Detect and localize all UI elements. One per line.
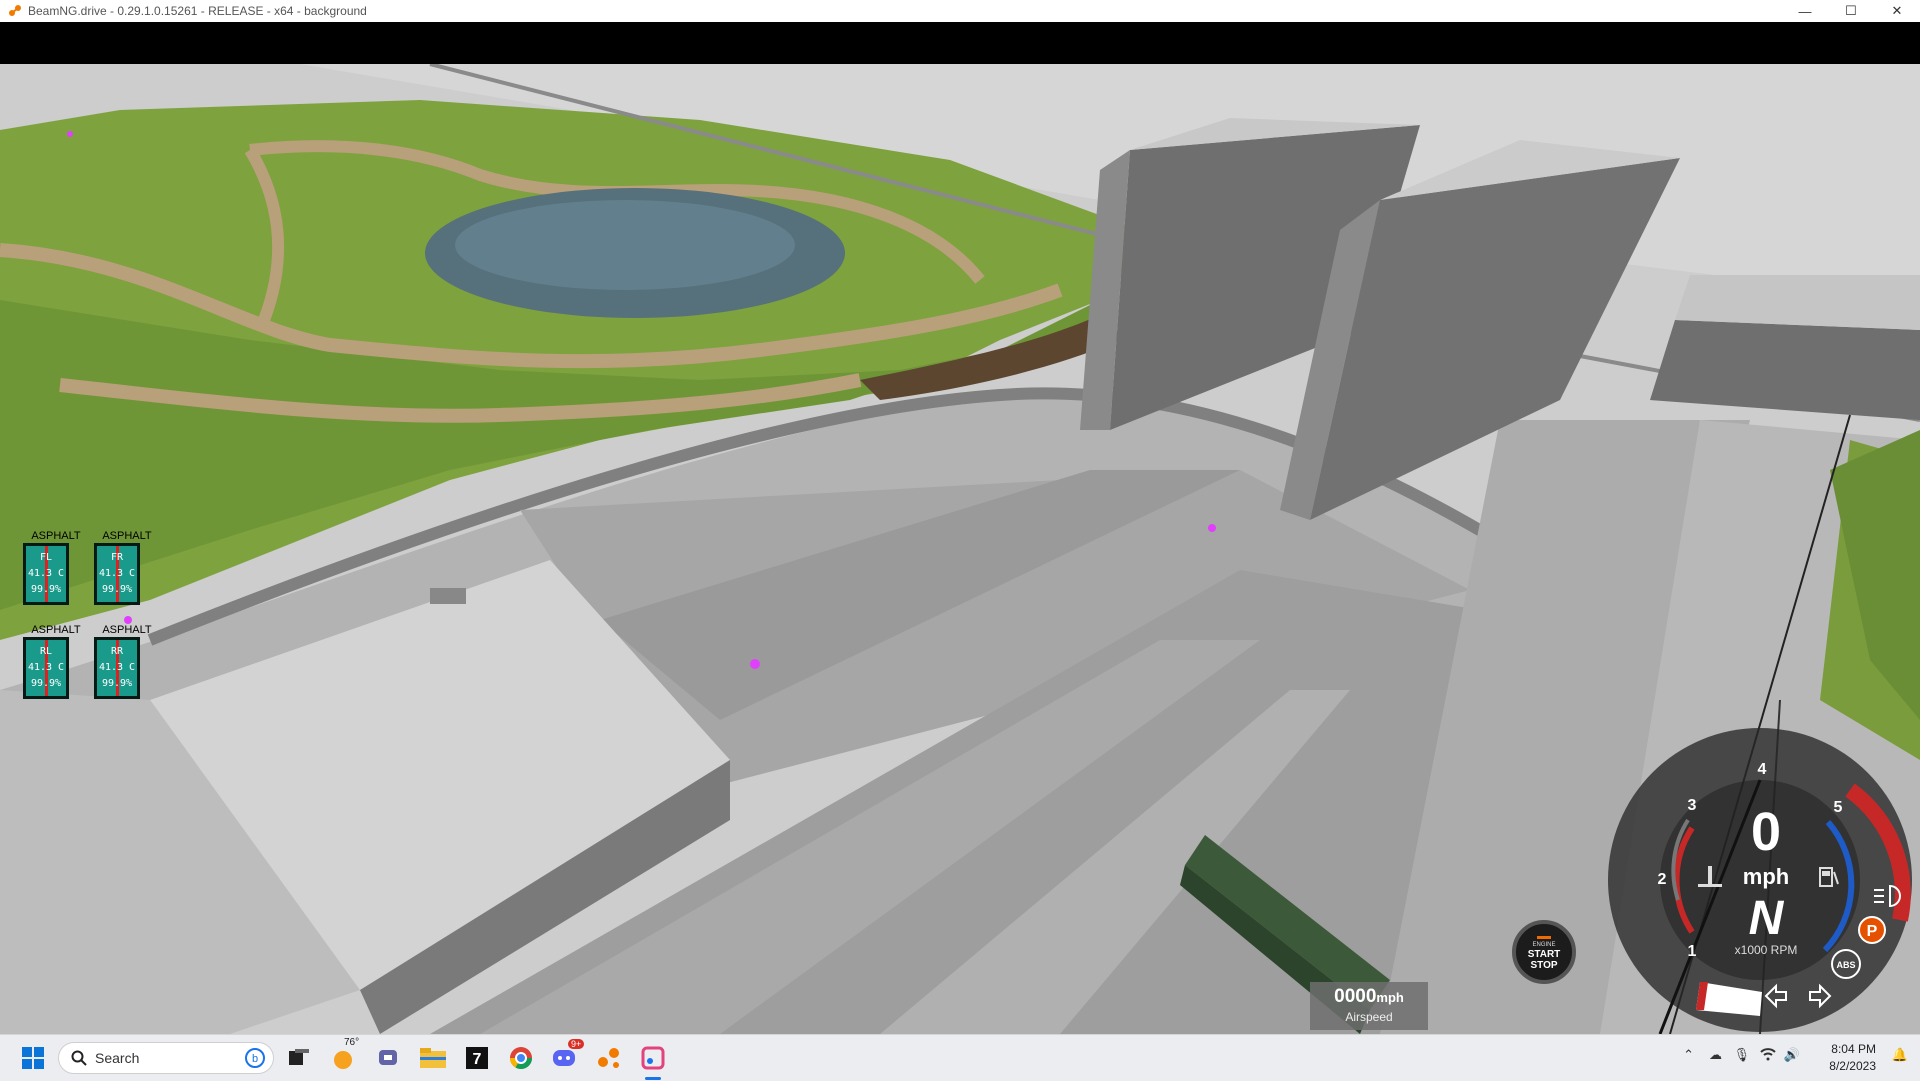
rpm-label: x1000 RPM: [1735, 943, 1798, 957]
weather-temp: 76°: [344, 1037, 360, 1048]
tire-surface: ASPHALT: [102, 624, 152, 636]
snipping-tool-icon[interactable]: [638, 1043, 668, 1073]
task-view-icon[interactable]: [284, 1043, 314, 1073]
dashboard-gauge: 4 3 5 2 1 0 mph N x1000 RPM P ABS: [1608, 728, 1912, 1034]
tire-wear: 99.9%: [30, 584, 62, 595]
tire-fr: ASPHALT FR 41.3 C 99.9%: [91, 530, 163, 605]
svg-text:7: 7: [473, 1051, 482, 1068]
clock-date: 8/2/2023: [1829, 1059, 1876, 1073]
tire-wear: 99.9%: [30, 678, 62, 689]
tire-temp: 41.3 C: [27, 662, 65, 673]
letterbox-bar: [0, 22, 1920, 64]
waypoint-marker: [1208, 524, 1216, 532]
tire-wear: 99.9%: [101, 584, 133, 595]
tach-tick-5: 5: [1834, 799, 1843, 816]
tire-temp: 41.3 C: [98, 662, 136, 673]
tire-label: RR: [110, 646, 124, 657]
engine-label: ENGINE: [1532, 942, 1556, 948]
chrome-icon[interactable]: [506, 1043, 536, 1073]
tire-temp: 41.3 C: [98, 568, 136, 579]
airspeed-value: 0000: [1334, 986, 1377, 1007]
minimize-button[interactable]: —: [1782, 0, 1828, 22]
taskbar-search-box[interactable]: Search b: [58, 1042, 274, 1074]
tire-rl: ASPHALT RL 41.3 C 99.9%: [20, 624, 92, 699]
airspeed-label: Airspeed: [1345, 1010, 1393, 1024]
start-label: START: [1527, 949, 1561, 960]
search-label: Search: [95, 1050, 140, 1066]
tire-fl: ASPHALT FL 41.3 C 99.9%: [20, 530, 92, 605]
tire-indicator: FR 41.3 C 99.9%: [94, 543, 140, 605]
engine-start-stop-button[interactable]: ENGINE START STOP: [1512, 920, 1576, 984]
beamng-app-icon: [9, 5, 21, 16]
windows-start-icon[interactable]: [18, 1043, 48, 1073]
tach-tick-4: 4: [1758, 761, 1767, 778]
taskbar: Search b 76° 7 9+ ⌃ ☁ 🎙 🔊 8:04 PM 8/2/20…: [0, 1034, 1920, 1081]
engine-led: [1537, 936, 1551, 939]
tire-rr: ASPHALT RR 41.3 C 99.9%: [91, 624, 163, 699]
window-title: BeamNG.drive - 0.29.1.0.15261 - RELEASE …: [28, 4, 367, 18]
tire-label: RL: [39, 646, 53, 657]
file-explorer-icon[interactable]: [418, 1043, 448, 1073]
show-hidden-icons-icon[interactable]: ⌃: [1683, 1047, 1694, 1063]
beamng-icon[interactable]: [594, 1043, 624, 1073]
airspeed-unit: mph: [1376, 990, 1404, 1005]
gear-indicator: N: [1749, 892, 1785, 945]
volume-icon[interactable]: 🔊: [1784, 1047, 1800, 1063]
svg-text:b: b: [252, 1053, 258, 1065]
bing-icon[interactable]: b: [245, 1048, 265, 1068]
speed-unit: mph: [1743, 864, 1789, 889]
window-title-bar[interactable]: BeamNG.drive - 0.29.1.0.15261 - RELEASE …: [0, 0, 1920, 22]
tach-tick-3: 3: [1688, 797, 1697, 814]
parking-brake-label: P: [1867, 923, 1878, 940]
notification-icon[interactable]: 🔔: [1892, 1047, 1908, 1063]
network-cloud-icon[interactable]: ☁: [1709, 1047, 1722, 1063]
weather-icon[interactable]: 76°: [330, 1037, 360, 1073]
airspeed-display: 0000mph Airspeed: [1310, 982, 1428, 1030]
maximize-button[interactable]: ☐: [1828, 0, 1874, 22]
tire-label: FR: [110, 552, 124, 563]
tire-wear: 99.9%: [101, 678, 133, 689]
stop-label: STOP: [1530, 960, 1558, 971]
tire-label: FL: [39, 552, 53, 563]
waypoint-marker: [124, 616, 132, 624]
wifi-icon[interactable]: [1760, 1047, 1776, 1064]
tire-temp: 41.3 C: [27, 568, 65, 579]
search-icon: [71, 1050, 87, 1066]
close-button[interactable]: ✕: [1874, 0, 1920, 22]
teams-icon[interactable]: [374, 1043, 404, 1073]
tach-tick-2: 2: [1658, 871, 1667, 888]
app-7-icon[interactable]: 7: [462, 1043, 492, 1073]
waypoint-marker: [750, 659, 760, 669]
tire-indicator: RR 41.3 C 99.9%: [94, 637, 140, 699]
tire-surface: ASPHALT: [31, 624, 81, 636]
microphone-icon[interactable]: 🎙: [1733, 1047, 1750, 1063]
discord-badge: 9+: [568, 1039, 585, 1049]
waypoint-marker: [67, 131, 73, 137]
tire-surface: ASPHALT: [31, 530, 81, 542]
abs-label: ABS: [1836, 960, 1855, 970]
clock-time: 8:04 PM: [1831, 1042, 1876, 1056]
speed-value: 0: [1751, 802, 1781, 862]
tach-tick-1: 1: [1688, 943, 1697, 960]
tire-indicator: RL 41.3 C 99.9%: [23, 637, 69, 699]
clock[interactable]: 8:04 PM 8/2/2023: [1829, 1041, 1876, 1075]
discord-icon[interactable]: 9+: [550, 1039, 585, 1073]
tire-surface: ASPHALT: [102, 530, 152, 542]
tire-indicator: FL 41.3 C 99.9%: [23, 543, 69, 605]
